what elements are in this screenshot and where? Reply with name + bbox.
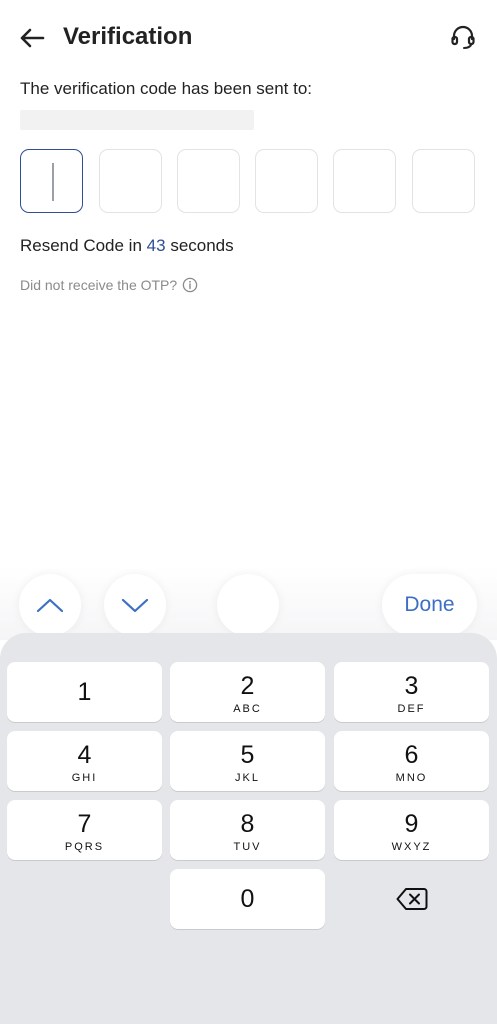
key-letters: ABC (233, 703, 262, 715)
key-letters: TUV (233, 841, 262, 853)
key-0[interactable]: 0 (170, 869, 325, 929)
key-digit: 9 (404, 810, 419, 838)
key-letters: WXYZ (391, 841, 432, 853)
key-digit: 1 (77, 678, 92, 706)
headset-icon (451, 25, 475, 49)
key-letters: GHI (71, 772, 98, 784)
chevron-down-icon (121, 598, 149, 613)
accessory-blank-button[interactable] (217, 574, 279, 636)
key-digit: 4 (77, 741, 92, 769)
done-button[interactable]: Done (382, 574, 477, 636)
keyboard-accessory-bar: Done (0, 566, 497, 640)
key-5[interactable]: 5 JKL (170, 731, 325, 791)
otp-digit-3[interactable] (177, 149, 240, 213)
key-9[interactable]: 9 WXYZ (334, 800, 489, 860)
backspace-key[interactable] (334, 869, 489, 929)
page-title: Verification (63, 23, 193, 50)
otp-digit-1[interactable] (20, 149, 83, 213)
previous-field-button[interactable] (19, 574, 81, 636)
key-letters: JKL (235, 772, 260, 784)
key-digit: 7 (77, 810, 92, 838)
key-digit: 0 (240, 885, 255, 913)
key-7[interactable]: 7 PQRS (7, 800, 162, 860)
numeric-keyboard: 1 2 ABC 3 DEF 4 GHI 5 JKL 6 MNO 7 PQRS 8… (0, 633, 497, 1024)
key-letters: MNO (395, 772, 428, 784)
resend-suffix: seconds (170, 236, 234, 255)
sent-to-label: The verification code has been sent to: (20, 79, 313, 98)
otp-digit-2[interactable] (99, 149, 162, 213)
key-4[interactable]: 4 GHI (7, 731, 162, 791)
key-6[interactable]: 6 MNO (334, 731, 489, 791)
next-field-button[interactable] (104, 574, 166, 636)
key-digit: 5 (240, 741, 255, 769)
otp-digit-6[interactable] (412, 149, 475, 213)
key-digit: 8 (240, 810, 255, 838)
masked-recipient (20, 110, 254, 130)
resend-timer: Resend Code in 43 seconds (20, 235, 234, 257)
key-digit: 2 (240, 672, 255, 700)
text-caret (52, 163, 54, 201)
resend-prefix: Resend Code in (20, 236, 142, 255)
key-1[interactable]: 1 (7, 662, 162, 722)
support-button[interactable] (444, 20, 482, 54)
backspace-icon (396, 888, 427, 910)
key-3[interactable]: 3 DEF (334, 662, 489, 722)
key-letters: PQRS (64, 841, 105, 853)
otp-digit-4[interactable] (255, 149, 318, 213)
header: Verification (0, 0, 497, 74)
key-digit: 3 (404, 672, 419, 700)
otp-input-row (20, 149, 478, 215)
chevron-up-icon (36, 598, 64, 613)
info-icon[interactable] (182, 277, 198, 293)
no-otp-label: Did not receive the OTP? (20, 277, 178, 293)
key-digit: 6 (404, 741, 419, 769)
key-letters: DEF (397, 703, 426, 715)
no-otp-help[interactable]: Did not receive the OTP? (20, 276, 198, 294)
otp-digit-5[interactable] (333, 149, 396, 213)
arrow-left-icon (20, 28, 45, 48)
back-button[interactable] (14, 22, 50, 54)
key-8[interactable]: 8 TUV (170, 800, 325, 860)
key-2[interactable]: 2 ABC (170, 662, 325, 722)
resend-seconds: 43 (146, 236, 166, 255)
